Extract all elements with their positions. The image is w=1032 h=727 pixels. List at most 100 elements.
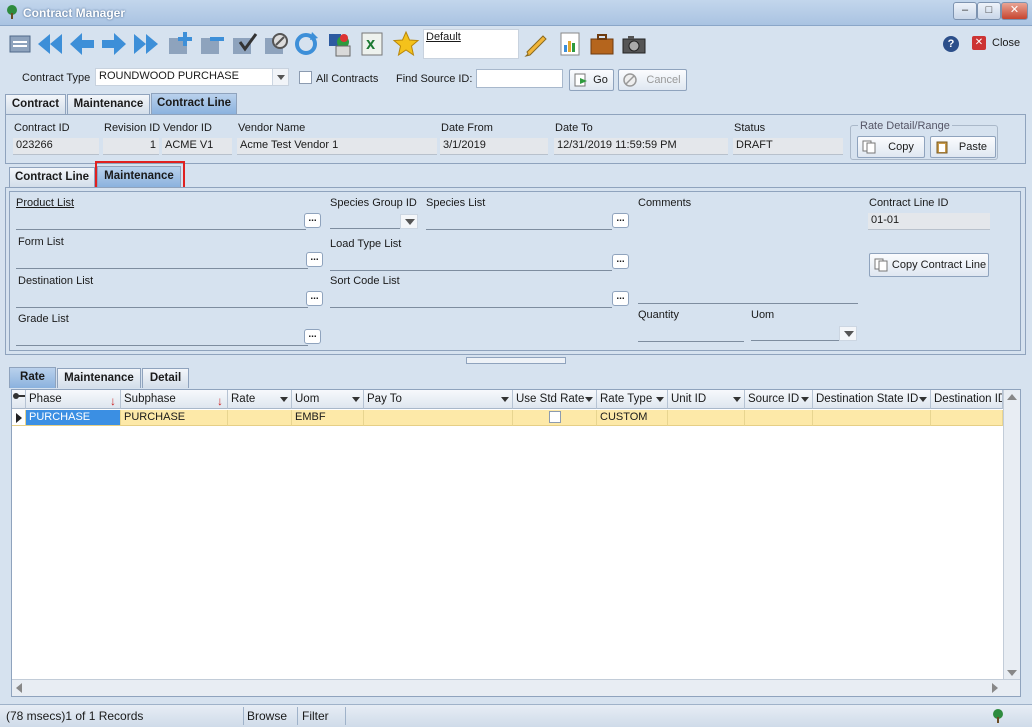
tab-contract-line[interactable]: Contract Line [151, 93, 237, 114]
tab-contract[interactable]: Contract [5, 94, 66, 114]
column-header-destination-id[interactable]: Destination ID [931, 390, 1003, 409]
table-cell[interactable] [228, 410, 292, 426]
favorite-star-icon[interactable] [392, 30, 420, 58]
briefcase-icon[interactable] [588, 30, 616, 58]
status-records: (78 msecs)1 of 1 Records [6, 709, 144, 723]
status-label: Status [734, 122, 766, 134]
chevron-down-icon[interactable] [272, 69, 288, 85]
save-record-icon[interactable] [230, 30, 258, 58]
delete-record-icon[interactable] [198, 30, 226, 58]
scroll-right-icon[interactable] [992, 683, 998, 693]
tab-maintenance[interactable]: Maintenance [67, 94, 150, 114]
copy-rate-button[interactable]: Copy [857, 136, 925, 158]
table-cell[interactable] [364, 410, 513, 426]
use-std-rate-checkbox[interactable] [549, 411, 561, 423]
minimize-button[interactable]: – [953, 2, 977, 20]
print-icon[interactable] [6, 30, 34, 58]
scroll-left-icon[interactable] [16, 683, 22, 693]
window-close-button[interactable]: ✕ [1001, 2, 1028, 20]
tab-rate-detail[interactable]: Detail [142, 368, 189, 388]
next-record-icon[interactable] [100, 30, 128, 58]
go-button[interactable]: Go [569, 69, 614, 91]
cancel-edit-icon[interactable] [262, 30, 290, 58]
column-header-destination-state-id[interactable]: Destination State ID [813, 390, 931, 409]
refresh-icon[interactable] [292, 30, 320, 58]
chevron-down-icon[interactable] [400, 214, 418, 229]
destination-list-field[interactable] [16, 307, 308, 308]
scroll-up-icon[interactable] [1007, 394, 1017, 400]
date-from-label: Date From [441, 122, 493, 134]
grade-list-ellipsis-button[interactable]: ... [304, 329, 321, 344]
sort-code-field[interactable] [330, 307, 612, 308]
table-cell[interactable] [931, 410, 1003, 426]
tab-rate[interactable]: Rate [9, 367, 56, 388]
uom-select[interactable] [751, 326, 857, 341]
excel-icon[interactable]: X [358, 30, 386, 58]
report-icon[interactable] [556, 30, 584, 58]
column-header-use-std-rate[interactable]: Use Std Rate [513, 390, 597, 409]
camera-icon[interactable] [620, 30, 648, 58]
form-list-ellipsis-button[interactable]: ... [306, 252, 323, 267]
quantity-field[interactable] [638, 341, 744, 342]
horizontal-scrollbar[interactable] [12, 679, 1020, 696]
go-label: Go [593, 74, 608, 86]
column-header-phase[interactable]: Phase ↓ [26, 390, 121, 409]
table-cell[interactable]: CUSTOM [597, 410, 668, 426]
table-cell[interactable] [745, 410, 813, 426]
species-list-field[interactable] [426, 229, 612, 230]
subtab-contract-line[interactable]: Contract Line [9, 167, 95, 187]
all-contracts-checkbox[interactable] [299, 71, 312, 84]
add-record-icon[interactable] [166, 30, 194, 58]
column-header-subphase[interactable]: Subphase ↓ [121, 390, 228, 409]
maximize-button[interactable]: □ [977, 2, 1001, 20]
species-group-select[interactable] [330, 214, 418, 229]
cancel-button[interactable]: Cancel [618, 69, 687, 91]
date-from-field: 3/1/2019 [440, 138, 548, 155]
last-record-icon[interactable] [132, 30, 160, 58]
sort-code-ellipsis-button[interactable]: ... [612, 291, 629, 306]
product-list-ellipsis-button[interactable]: ... [304, 213, 321, 228]
scroll-down-icon[interactable] [1007, 670, 1017, 676]
paste-rate-button[interactable]: Paste [930, 136, 996, 158]
edit-pencil-icon[interactable] [522, 30, 550, 58]
vertical-scrollbar[interactable] [1003, 390, 1020, 680]
previous-record-icon[interactable] [68, 30, 96, 58]
column-header-unit-id[interactable]: Unit ID [668, 390, 745, 409]
column-header-uom[interactable]: Uom [292, 390, 364, 409]
product-list-field[interactable] [16, 229, 306, 230]
sort-code-label: Sort Code List [330, 275, 400, 287]
species-list-ellipsis-button[interactable]: ... [612, 213, 629, 228]
cancel-icon [623, 73, 637, 87]
svg-text:X: X [366, 38, 376, 52]
comments-textarea[interactable] [638, 303, 858, 304]
load-type-field[interactable] [330, 270, 612, 271]
grade-list-field[interactable] [16, 345, 308, 346]
export-icon[interactable] [326, 30, 354, 58]
table-cell[interactable]: PURCHASE [121, 410, 228, 426]
layout-default-selector[interactable]: Default [423, 29, 519, 59]
load-type-ellipsis-button[interactable]: ... [612, 254, 629, 269]
contract-type-select[interactable]: ROUNDWOOD PURCHASE [95, 68, 289, 86]
find-source-input[interactable] [476, 69, 563, 88]
close-button[interactable]: ✕ Close [972, 36, 1028, 54]
column-header-pay-to[interactable]: Pay To [364, 390, 513, 409]
first-record-icon[interactable] [36, 30, 64, 58]
table-cell[interactable] [813, 410, 931, 426]
destination-list-ellipsis-button[interactable]: ... [306, 291, 323, 306]
tab-rate-maintenance[interactable]: Maintenance [57, 368, 141, 388]
layout-default-link[interactable]: Default [426, 31, 461, 43]
table-cell[interactable]: EMBF [292, 410, 364, 426]
vendor-name-field: Acme Test Vendor 1 [237, 138, 437, 155]
column-header-rate-type[interactable]: Rate Type [597, 390, 668, 409]
help-icon[interactable]: ? [943, 36, 959, 52]
column-header-source-id[interactable]: Source ID [745, 390, 813, 409]
table-cell[interactable] [513, 410, 597, 426]
product-list-label[interactable]: Product List [16, 197, 74, 209]
table-cell[interactable]: PURCHASE [26, 410, 121, 426]
panel-splitter-handle[interactable] [466, 357, 566, 364]
chevron-down-icon[interactable] [839, 326, 857, 341]
copy-contract-line-button[interactable]: Copy Contract Line [869, 253, 989, 277]
column-header-rate[interactable]: Rate [228, 390, 292, 409]
form-list-field[interactable] [16, 268, 308, 269]
table-cell[interactable] [668, 410, 745, 426]
